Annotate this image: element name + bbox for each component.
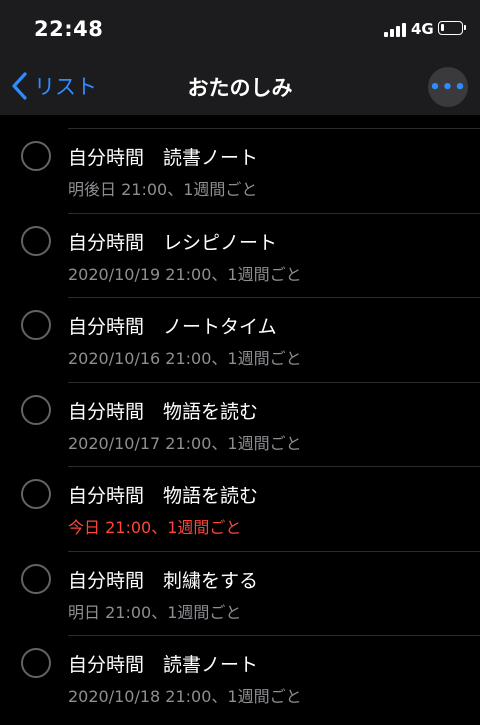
completion-circle-checkbox[interactable] xyxy=(21,394,51,425)
network-type: 4G xyxy=(411,20,434,38)
reminder-due-date: 2020/10/16 21:00、1週間ごと xyxy=(68,349,302,368)
top-bar: 22:48 4G リスト おたのしみ ••• xyxy=(0,0,480,115)
reminder-row[interactable]: 自分時間 読書ノート 2020/10/18 21:00、1週間ごと xyxy=(0,622,480,707)
page-title: おたのしみ xyxy=(187,76,293,100)
battery-icon xyxy=(438,21,466,35)
reminder-row[interactable]: 自分時間 物語を読む 2020/10/17 21:00、1週間ごと xyxy=(0,369,480,454)
row-separator xyxy=(68,297,480,298)
navigation-bar: リスト おたのしみ ••• xyxy=(0,60,480,115)
completion-circle-checkbox[interactable] xyxy=(21,225,51,256)
reminder-row[interactable]: 自分時間 ノートタイム 2020/10/16 21:00、1週間ごと xyxy=(0,284,480,369)
reminder-title[interactable]: 自分時間 レシピノート xyxy=(68,228,277,255)
ellipsis-icon: ••• xyxy=(429,76,467,98)
reminder-row[interactable]: 自分時間 レシピノート 2020/10/19 21:00、1週間ごと xyxy=(0,200,480,285)
completion-circle-checkbox[interactable] xyxy=(21,310,51,340)
more-button[interactable]: ••• xyxy=(428,67,468,107)
reminder-due-date: 2020/10/18 21:00、1週間ごと xyxy=(68,687,302,706)
reminder-due-date: 明後日 21:00、1週間ごと xyxy=(68,180,258,199)
reminder-title[interactable]: 自分時間 読書ノート xyxy=(68,650,258,677)
reminder-due-date: 2020/10/17 21:00、1週間ごと xyxy=(68,433,302,453)
reminder-list: 自分時間 読書ノート 明後日 21:00、1週間ごと 自分時間 レシピノート 2020… xyxy=(0,115,480,707)
reminder-title[interactable]: 自分時間 ノートタイム xyxy=(68,312,277,339)
reminder-title[interactable]: 自分時間 物語を読む xyxy=(68,481,258,508)
reminder-title[interactable]: 自分時間 物語を読む xyxy=(68,397,258,424)
status-bar: 22:48 4G xyxy=(0,0,480,60)
reminder-due-date: 2020/10/19 21:00、1週間ごと xyxy=(68,264,302,284)
row-separator xyxy=(68,381,480,383)
reminder-due-date: 今日 21:00、1週間ごと xyxy=(68,518,242,537)
status-time: 22:48 xyxy=(34,17,104,41)
completion-circle-checkbox[interactable] xyxy=(21,648,51,678)
reminder-due-date: 明日 21:00、1週間ごと xyxy=(68,602,242,622)
battery-level xyxy=(441,24,444,31)
reminder-title[interactable]: 自分時間 読書ノート xyxy=(68,143,258,170)
completion-circle-checkbox[interactable] xyxy=(21,563,51,594)
completion-circle-checkbox[interactable] xyxy=(21,479,51,509)
reminder-row[interactable]: 自分時間 読書ノート明後日 21:00、1週間ごと xyxy=(0,115,480,200)
reminder-row[interactable]: 自分時間 物語を読む今日 21:00、1週間ごと xyxy=(0,453,480,538)
row-separator xyxy=(68,466,480,467)
row-separator xyxy=(68,550,480,552)
completion-circle-checkbox[interactable] xyxy=(21,141,51,171)
cellular-signal-icon xyxy=(384,23,408,37)
row-separator xyxy=(68,128,480,129)
reminder-row[interactable]: 自分時間 刺繍をする明日 21:00、1週間ごと xyxy=(0,538,480,623)
row-separator xyxy=(68,212,480,214)
row-separator xyxy=(68,635,480,636)
reminder-title[interactable]: 自分時間 刺繍をする xyxy=(68,566,258,593)
